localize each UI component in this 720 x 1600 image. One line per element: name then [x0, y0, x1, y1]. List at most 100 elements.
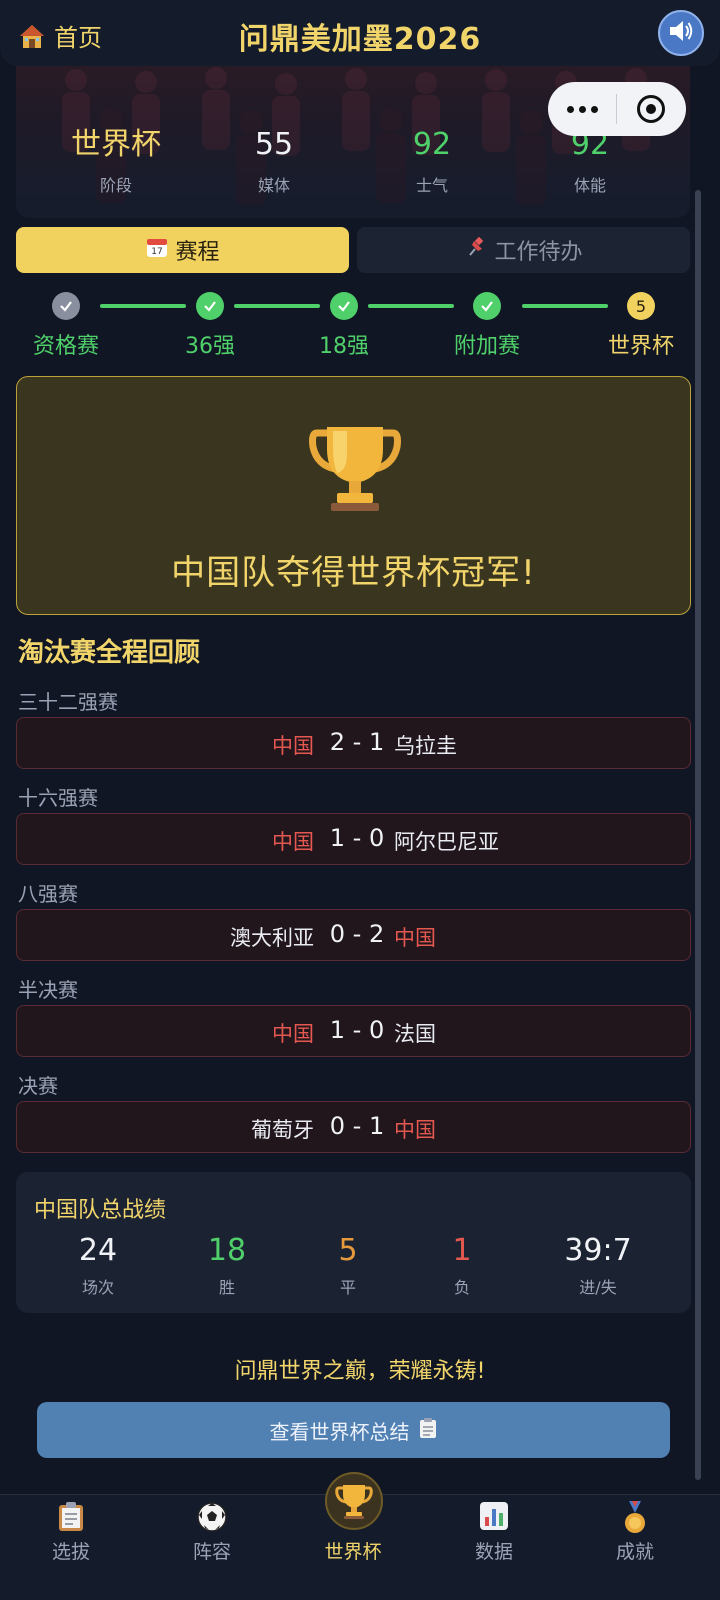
stat-label: 士气 [415, 176, 448, 195]
record-value: 24 [78, 1233, 118, 1268]
trophy-icon [307, 419, 403, 519]
round-label: 十六强赛 [18, 786, 98, 810]
match-score: 0 - 1 [329, 1112, 385, 1140]
round-label: 决赛 [18, 1074, 58, 1098]
record-wins: 18 胜 [167, 1234, 287, 1298]
bar-chart-icon [479, 1501, 509, 1535]
match-row[interactable]: 澳大利亚 0 - 2 中国 [16, 909, 691, 961]
check-icon [52, 292, 80, 320]
home-team: 中国 [272, 1022, 314, 1046]
progress-step-playoff: 附加赛 [432, 292, 542, 360]
target-icon [637, 95, 665, 123]
nav-label: 选拔 [51, 1541, 90, 1563]
home-team: 澳大利亚 [230, 926, 314, 950]
page-scrollbar[interactable] [695, 190, 701, 1480]
more-dots-icon [566, 105, 598, 113]
record-losses: 1 负 [402, 1234, 522, 1298]
record-label: 胜 [218, 1278, 235, 1297]
match-row[interactable]: 中国 2 - 1 乌拉圭 [16, 717, 691, 769]
sound-toggle-button[interactable] [658, 10, 704, 56]
top-header: 首页 问鼎美加墨2026 [0, 0, 720, 66]
tab-label: 赛程 [175, 240, 220, 265]
soccer-ball-icon [196, 1501, 228, 1537]
stat-morale: 92 士气 [362, 128, 502, 196]
match-score: 2 - 1 [329, 728, 385, 756]
home-team: 中国 [272, 830, 314, 854]
record-goals: 39:7 进/失 [538, 1234, 658, 1298]
miniprogram-capsule [548, 82, 686, 136]
step-label: 资格赛 [32, 334, 99, 359]
medal-icon [622, 1501, 648, 1539]
progress-step-qualifier: 资格赛 [11, 292, 121, 360]
away-team: 乌拉圭 [394, 734, 457, 758]
home-team: 中国 [272, 734, 314, 758]
match-row[interactable]: 中国 1 - 0 法国 [16, 1005, 691, 1057]
tab-schedule[interactable]: 17 赛程 [16, 227, 349, 273]
record-value: 18 [207, 1233, 247, 1268]
tab-todo[interactable]: 工作待办 [357, 227, 690, 273]
stat-label: 体能 [573, 176, 606, 195]
stat-media: 55 媒体 [204, 128, 344, 196]
nav-tab-achievements[interactable]: 成就 [575, 1495, 695, 1600]
record-matches: 24 场次 [38, 1234, 158, 1298]
nav-label: 成就 [615, 1541, 654, 1563]
check-icon [196, 292, 224, 320]
view-summary-button[interactable]: 查看世界杯总结 [37, 1402, 670, 1458]
check-icon [330, 292, 358, 320]
nav-label: 阵容 [192, 1541, 231, 1563]
home-team: 葡萄牙 [251, 1118, 314, 1142]
calendar-icon: 17 [145, 235, 169, 265]
match-row[interactable]: 中国 1 - 0 阿尔巴尼亚 [16, 813, 691, 865]
nav-tab-lineup[interactable]: 阵容 [152, 1495, 272, 1600]
nav-label: 世界杯 [324, 1541, 382, 1563]
step-label: 附加赛 [453, 334, 520, 359]
round-label: 三十二强赛 [18, 690, 118, 714]
stat-value: 世界杯 [71, 127, 161, 162]
clipboard-icon [56, 1501, 86, 1537]
record-label: 进/失 [579, 1278, 617, 1297]
record-label: 平 [339, 1278, 356, 1297]
close-miniprogram-button[interactable] [617, 82, 685, 136]
nav-label: 数据 [474, 1541, 513, 1563]
record-label: 负 [453, 1278, 470, 1297]
app-title: 问鼎美加墨2026 [238, 22, 482, 57]
match-score: 1 - 0 [329, 1016, 385, 1044]
stat-stage: 世界杯 阶段 [46, 128, 186, 196]
victory-motto: 问鼎世界之巅，荣耀永铸! [234, 1359, 486, 1384]
nav-tab-selection[interactable]: 选拔 [11, 1495, 131, 1600]
pushpin-icon [464, 235, 488, 265]
match-row[interactable]: 葡萄牙 0 - 1 中国 [16, 1101, 691, 1153]
away-team: 中国 [394, 1118, 436, 1142]
stat-value: 55 [254, 127, 294, 162]
tab-label: 工作待办 [494, 240, 583, 265]
speaker-icon [666, 16, 696, 50]
clipboard-icon [418, 1417, 438, 1444]
cta-label: 查看世界杯总结 [269, 1419, 410, 1444]
round-label: 八强赛 [18, 882, 78, 906]
step-label: 36强 [185, 334, 235, 359]
champion-banner: 中国队夺得世界杯冠军! [16, 376, 691, 615]
trophy-icon[interactable] [325, 1472, 383, 1530]
record-draws: 5 平 [288, 1234, 408, 1298]
step-label: 18强 [319, 334, 369, 359]
record-value: 5 [338, 1233, 358, 1268]
overall-record-card: 中国队总战绩 24 场次 18 胜 5 平 1 负 39:7 进/失 [16, 1172, 691, 1313]
match-score: 1 - 0 [329, 824, 385, 852]
nav-tab-stats[interactable]: 数据 [434, 1495, 554, 1600]
away-team: 法国 [394, 1022, 436, 1046]
stat-stamina: 92 体能 [520, 128, 660, 196]
away-team: 阿尔巴尼亚 [394, 830, 499, 854]
record-value: 39:7 [564, 1233, 632, 1268]
step-number: 5 [627, 292, 655, 320]
stat-label: 阶段 [99, 176, 132, 195]
progress-step-18: 18强 [289, 292, 399, 360]
match-score: 0 - 2 [329, 920, 385, 948]
more-menu-button[interactable] [548, 82, 616, 136]
svg-text:17: 17 [152, 247, 163, 257]
away-team: 中国 [394, 926, 436, 950]
record-value: 1 [452, 1233, 472, 1268]
record-title: 中国队总战绩 [34, 1198, 167, 1223]
record-label: 场次 [81, 1278, 114, 1297]
champion-title: 中国队夺得世界杯冠军! [171, 553, 536, 593]
progress-step-worldcup: 5 世界杯 [586, 292, 696, 360]
